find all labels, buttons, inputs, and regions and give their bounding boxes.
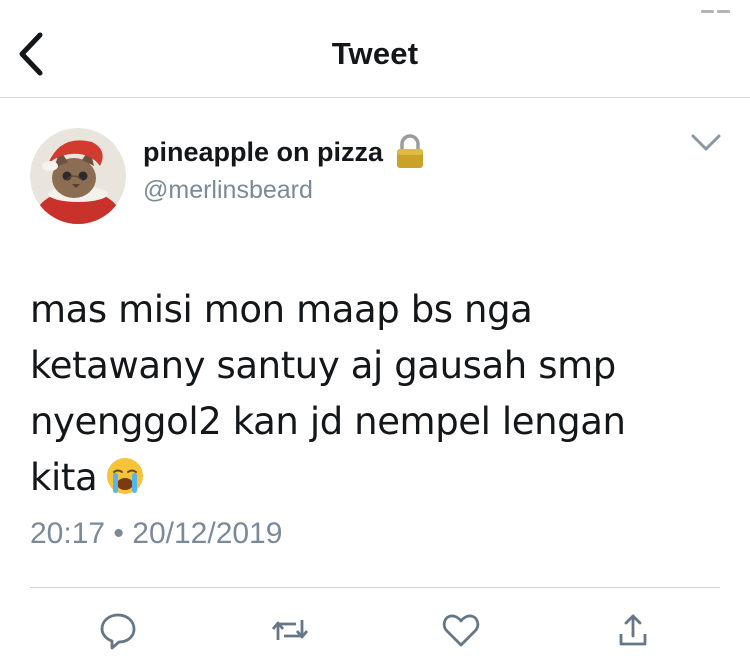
top-navigation-bar: Tweet [0, 0, 750, 98]
timestamp-separator: • [113, 517, 124, 550]
tweet-date: 20/12/2019 [132, 517, 283, 550]
like-button[interactable] [441, 608, 481, 652]
share-icon [619, 614, 647, 646]
cat-avatar-image [30, 128, 126, 224]
loudly-crying-face-icon [105, 456, 145, 496]
page-title: Tweet [331, 36, 419, 71]
author-name-text: pineapple on pizza [143, 136, 384, 167]
heart-icon [442, 614, 480, 647]
reply-button[interactable] [98, 608, 138, 652]
share-button[interactable] [613, 608, 653, 652]
retweet-button[interactable] [270, 608, 310, 652]
lock-icon [395, 134, 425, 170]
chevron-down-icon [691, 134, 721, 151]
retweet-icon [271, 620, 309, 640]
tweet-text-line: nyenggol2 kan jd nempel lengan [30, 400, 626, 443]
tweet-text: mas misi mon maap bs nga ketawany santuy… [30, 282, 720, 506]
more-options-button[interactable] [688, 128, 724, 158]
author-handle[interactable]: @merlinsbeard [143, 176, 313, 205]
author-display-name[interactable]: pineapple on pizza [143, 134, 425, 170]
divider [30, 587, 720, 588]
avatar[interactable] [30, 128, 126, 224]
tweet-text-line: kita [30, 456, 98, 499]
tweet-text-line: ketawany santuy aj gausah smp [30, 344, 616, 387]
tweet-text-last-line: kita [30, 450, 720, 506]
reply-bubble-icon [100, 613, 136, 650]
tweet-time: 20:17 [30, 517, 106, 550]
tweet-text-line: mas misi mon maap bs nga [30, 288, 533, 331]
tweet-timestamp[interactable]: 20:17 • 20/12/2019 [30, 517, 282, 551]
status-bar-fragment [698, 0, 732, 13]
